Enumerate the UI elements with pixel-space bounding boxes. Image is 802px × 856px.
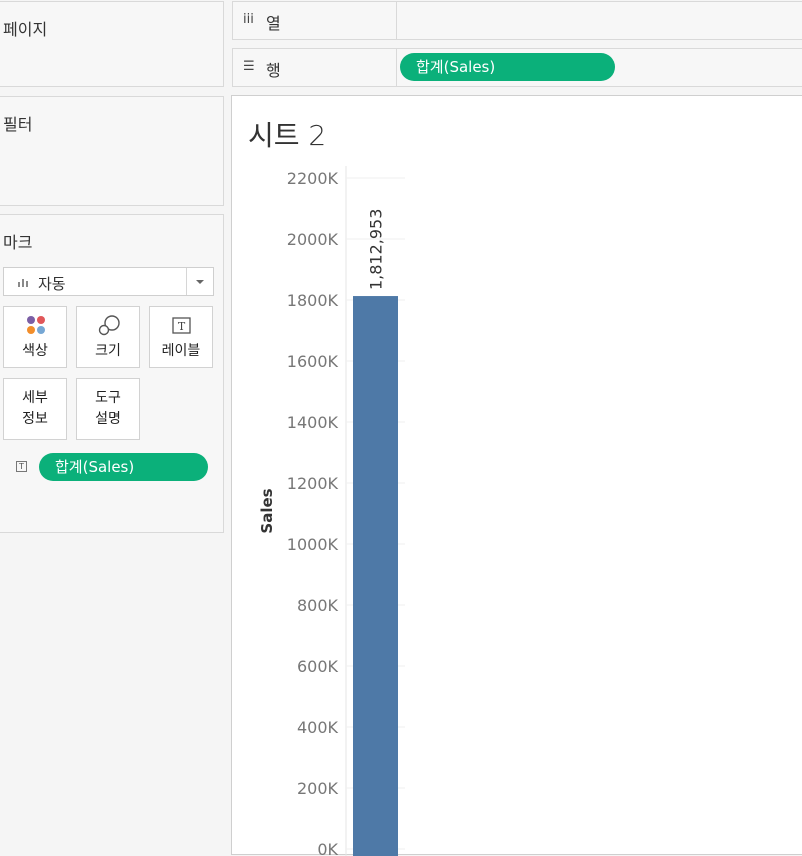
- y-tick-label: 1600K: [287, 352, 339, 371]
- color-card-label: 색상: [22, 343, 48, 359]
- y-tick-label: 800K: [297, 596, 339, 615]
- detail-line-1: 세부: [22, 390, 48, 406]
- y-axis-title: Sales: [258, 488, 276, 533]
- label-field-icon: T: [16, 461, 27, 472]
- mark-type-dropdown[interactable]: 자동: [3, 267, 214, 296]
- tooltip-line-2: 설명: [95, 411, 121, 427]
- rows-sales-pill[interactable]: 합계(Sales): [400, 53, 615, 81]
- detail-line-2: 정보: [22, 411, 48, 427]
- tooltip-card[interactable]: 도구 설명: [76, 378, 140, 440]
- pages-panel: 페이지: [0, 1, 224, 87]
- svg-text:T: T: [178, 320, 186, 333]
- text-label-icon: T: [172, 317, 191, 334]
- columns-icon: iii: [243, 12, 254, 27]
- rows-icon: ☰: [243, 59, 255, 74]
- y-tick-label: 1800K: [287, 291, 339, 310]
- rows-shelf-divider: [396, 49, 397, 86]
- y-tick-label: 2200K: [287, 169, 339, 188]
- filters-title: 필터: [3, 115, 33, 134]
- size-card-label: 크기: [95, 343, 121, 359]
- columns-shelf[interactable]: iii 열: [232, 1, 802, 40]
- y-tick-label: 1400K: [287, 413, 339, 432]
- color-card[interactable]: 색상: [3, 306, 67, 368]
- y-tick-label: 2000K: [287, 230, 339, 249]
- tooltip-card-label: 도구 설명: [77, 388, 139, 430]
- y-tick-label: 200K: [297, 779, 339, 798]
- marks-panel: 마크 자동 색상 크기 T 레이블 세부 정보 도구 설명 T 합계(Sales…: [0, 214, 224, 533]
- sales-bar[interactable]: [353, 296, 398, 856]
- rows-label: 행: [266, 61, 281, 80]
- y-tick-label: 0K: [317, 840, 338, 856]
- columns-label: 열: [266, 14, 281, 33]
- tooltip-line-1: 도구: [95, 390, 121, 406]
- label-card-label: 레이블: [161, 343, 201, 359]
- size-icon: [98, 315, 120, 336]
- mark-type-label: 자동: [38, 275, 66, 293]
- worksheet: 시트 2 0K 200K 400K 600K 800K 1000K 1200K 1400K 16…: [231, 95, 802, 856]
- bar-chart: 0K 200K 400K 600K 800K 1000K 1200K 1400K 1600K 18…: [258, 166, 405, 856]
- detail-card[interactable]: 세부 정보: [3, 378, 67, 440]
- bar-chart-icon: [18, 277, 30, 287]
- marks-title: 마크: [3, 233, 33, 252]
- size-card[interactable]: 크기: [76, 306, 140, 368]
- columns-shelf-divider: [396, 2, 397, 39]
- bar-data-label: 1,812,953: [367, 209, 386, 290]
- label-sales-pill[interactable]: 합계(Sales): [39, 453, 208, 481]
- filters-panel[interactable]: 필터: [0, 96, 224, 206]
- y-tick-label: 400K: [297, 718, 339, 737]
- pages-title: 페이지: [3, 20, 48, 39]
- y-tick-label: 1200K: [287, 474, 339, 493]
- color-icon: [27, 316, 45, 334]
- y-tick-label: 1000K: [287, 535, 339, 554]
- rows-shelf[interactable]: ☰ 행 합계(Sales): [232, 48, 802, 87]
- detail-card-label: 세부 정보: [4, 388, 66, 430]
- chevron-down-icon[interactable]: [186, 268, 213, 295]
- y-tick-label: 600K: [297, 657, 339, 676]
- label-card[interactable]: T 레이블: [149, 306, 213, 368]
